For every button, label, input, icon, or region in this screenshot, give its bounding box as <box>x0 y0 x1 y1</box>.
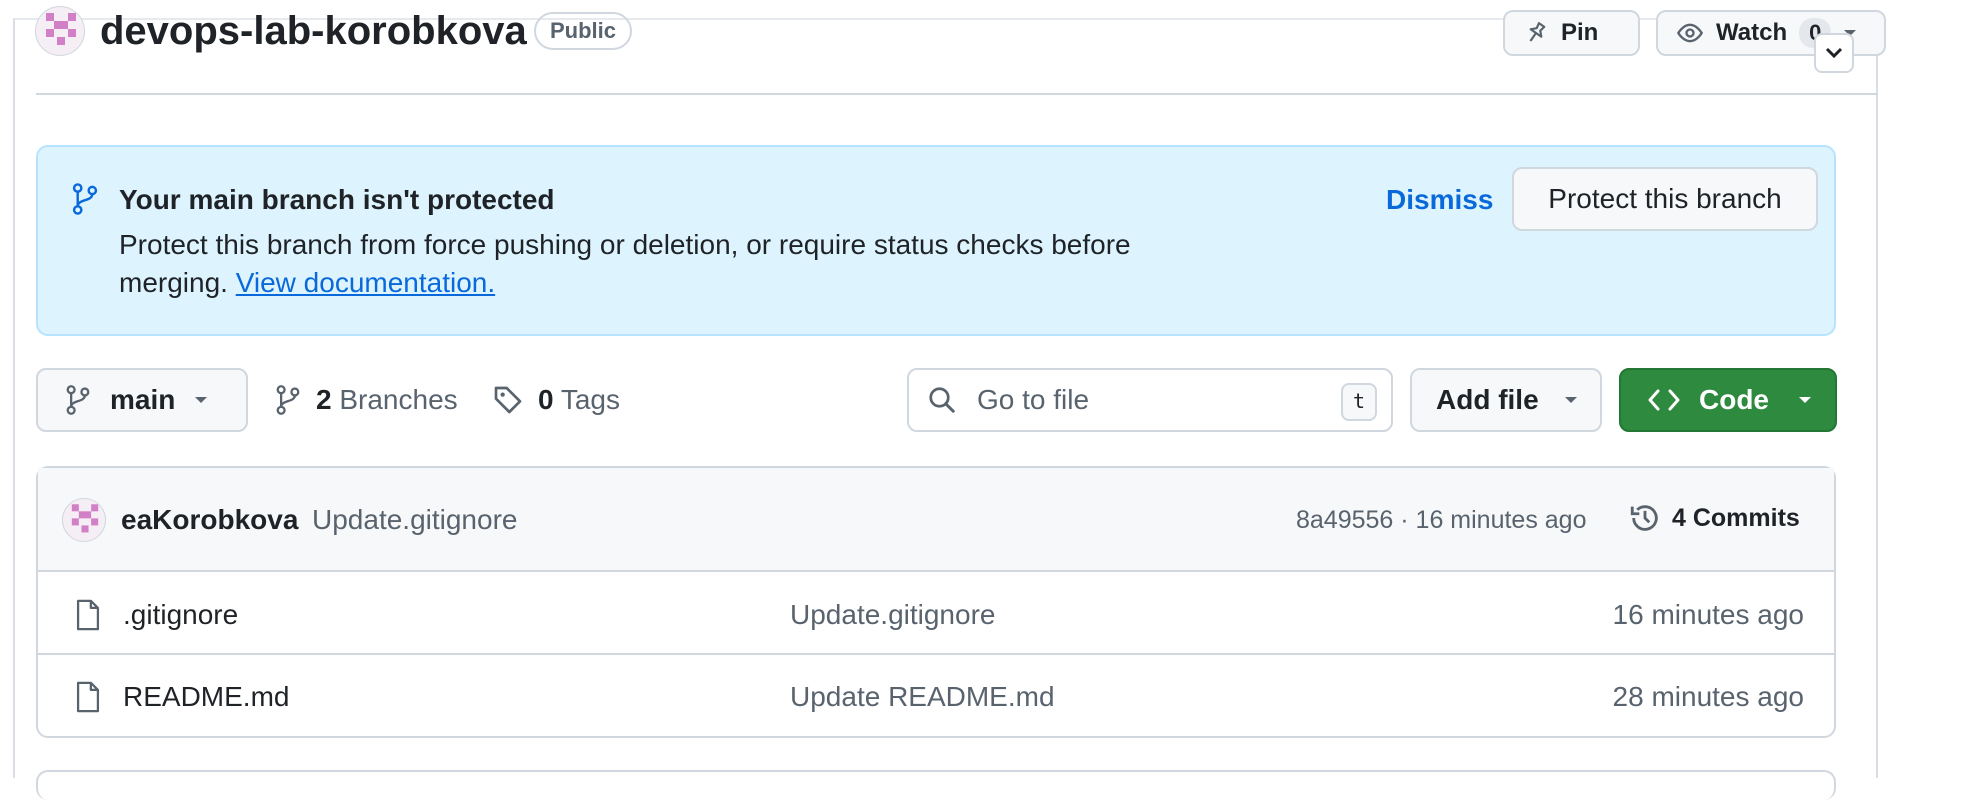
protect-branch-button[interactable]: Protect this branch <box>1512 167 1818 231</box>
keyboard-shortcut-hint: t <box>1341 383 1377 421</box>
pin-icon <box>1529 22 1546 42</box>
file-icon <box>76 599 100 631</box>
tag-icon <box>494 386 522 414</box>
commit-hash-time[interactable]: 8a49556 · 16 minutes ago <box>1296 502 1587 538</box>
eye-icon <box>1676 23 1704 43</box>
view-documentation-link[interactable]: View documentation. <box>236 267 495 298</box>
identicon-icon <box>46 13 76 45</box>
branch-selector[interactable]: main <box>36 368 248 432</box>
file-icon <box>76 681 100 713</box>
header-divider <box>36 93 1878 95</box>
go-to-file-placeholder: Go to file <box>977 384 1090 415</box>
caret-down-icon <box>1799 397 1811 403</box>
chevron-down-icon <box>1825 47 1843 59</box>
file-commit-message[interactable]: Update README.md <box>790 679 1055 715</box>
caret-down-icon <box>1564 397 1577 403</box>
identicon-icon <box>71 504 99 533</box>
add-file-label: Add file <box>1436 384 1539 415</box>
watch-label: Watch <box>1716 19 1788 46</box>
code-button[interactable]: Code <box>1619 368 1837 432</box>
readme-card-edge <box>36 770 1836 800</box>
repo-title[interactable]: devops-lab-korobkova <box>100 6 527 56</box>
git-branch-icon <box>66 385 90 415</box>
row-divider <box>38 653 1834 655</box>
commit-message[interactable]: Update.gitignore <box>312 502 517 538</box>
banner-text: Protect this branch from force pushing o… <box>119 226 1239 302</box>
caret-down-icon <box>195 397 208 403</box>
file-name[interactable]: .gitignore <box>123 597 238 633</box>
commits-history-link[interactable]: 4 Commits <box>1628 500 1800 536</box>
file-updated-time: 16 minutes ago <box>1612 599 1804 630</box>
visibility-badge: Public <box>534 12 633 50</box>
add-file-button[interactable]: Add file <box>1410 368 1602 432</box>
branches-label: Branches <box>339 384 458 415</box>
branches-count: 2 <box>316 384 332 415</box>
tags-count: 0 <box>538 384 554 415</box>
git-branch-icon <box>276 385 300 415</box>
branches-link[interactable]: 2 Branches <box>274 378 458 422</box>
pin-button[interactable]: Pin <box>1503 10 1640 56</box>
tags-label: Tags <box>560 384 621 415</box>
file-updated-time: 28 minutes ago <box>1612 681 1804 712</box>
git-branch-icon <box>72 183 98 215</box>
dismiss-link[interactable]: Dismiss <box>1386 182 1493 218</box>
owner-avatar[interactable] <box>35 6 85 56</box>
file-name[interactable]: README.md <box>123 679 289 715</box>
commits-count-label: 4 Commits <box>1672 504 1800 532</box>
file-commit-message[interactable]: Update.gitignore <box>790 597 995 633</box>
author-avatar[interactable] <box>62 498 106 542</box>
scroll-down-button[interactable] <box>1814 33 1854 73</box>
pin-label: Pin <box>1561 19 1599 46</box>
code-icon <box>1648 389 1680 411</box>
tags-link[interactable]: 0 Tags <box>492 378 620 422</box>
code-label: Code <box>1699 384 1769 415</box>
commit-author[interactable]: eaKorobkova <box>121 502 298 538</box>
history-icon <box>1630 505 1658 531</box>
branch-name: main <box>110 384 176 415</box>
search-icon <box>929 387 955 413</box>
banner-title: Your main branch isn't protected <box>119 184 555 215</box>
go-to-file-input[interactable]: Go to file t <box>907 368 1393 432</box>
